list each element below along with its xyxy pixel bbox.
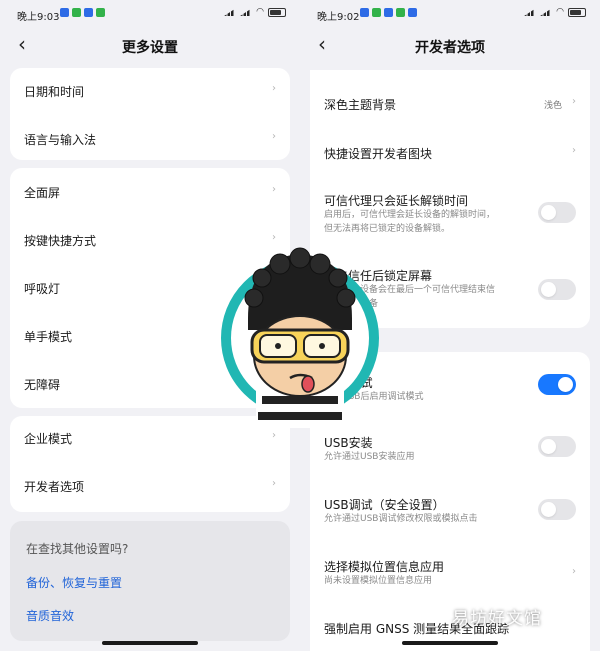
header: ‹ 开发者选项 (300, 30, 600, 60)
battery-icon (268, 7, 286, 17)
item-label: 快捷设置开发者图块 (324, 147, 433, 161)
app-notification-icon (96, 8, 105, 17)
item-label: USB调试（安全设置） (324, 498, 445, 512)
mock-location-item[interactable]: 选择模拟位置信息应用 尚未设置模拟位置信息应用 › (324, 558, 576, 588)
link-audio-effects[interactable]: 音质音效 (26, 607, 74, 624)
settings-group: 日期和时间 › 语言与输入法 › (10, 68, 290, 160)
item-label: 选择模拟位置信息应用 (324, 560, 445, 574)
page-title: 开发者选项 (415, 40, 485, 56)
wifi-icon: ◠ (256, 7, 264, 17)
settings-item-label: 呼吸灯 (24, 282, 61, 296)
home-indicator[interactable] (402, 641, 498, 645)
app-notification-icon (372, 8, 381, 17)
app-notification-icon (360, 8, 369, 17)
app-notification-icon (84, 8, 93, 17)
item-label: 深色主题背景 (324, 98, 397, 112)
status-time: 晚上9:02 (317, 12, 360, 23)
chevron-right-icon: › (572, 566, 576, 577)
item-description: 尚未设置模拟位置信息应用 (324, 576, 433, 586)
app-notification-icon (408, 8, 417, 17)
page-title: 更多设置 (122, 40, 178, 56)
signal-icon (240, 8, 253, 16)
settings-item-label: 日期和时间 (24, 85, 85, 99)
settings-item-label: 无障碍 (24, 378, 61, 392)
chevron-right-icon: › (272, 131, 276, 142)
chevron-right-icon: › (572, 96, 576, 107)
item-description: 允许通过USB安装应用 (324, 452, 415, 462)
settings-item-label: 全面屏 (24, 186, 61, 200)
chevron-right-icon: › (272, 184, 276, 195)
settings-group: 企业模式 › 开发者选项 › (10, 416, 290, 512)
watermark-text: 易坊好文馆 (452, 609, 542, 629)
status-bar: 晚上9:02 ◠ (300, 0, 600, 26)
settings-item-date-time[interactable]: 日期和时间 › (24, 83, 276, 99)
dark-theme-value: 浅色 (543, 101, 562, 111)
status-time: 晚上9:03 (17, 12, 60, 23)
item-description: 启用后，可信代理会延长设备的解锁时间， (324, 210, 496, 220)
item-label: 可信代理只会延长解锁时间 (324, 194, 469, 208)
header: ‹ 更多设置 (0, 30, 300, 60)
settings-item-label: 按键快捷方式 (24, 234, 97, 248)
notification-icons (360, 8, 417, 17)
status-bar: 晚上9:03 ◠ (0, 0, 300, 26)
settings-item-label: 开发者选项 (24, 480, 85, 494)
mascot-sticker (221, 247, 379, 428)
search-question: 在查找其他设置吗? (26, 542, 129, 556)
home-indicator[interactable] (102, 641, 198, 645)
search-suggestions: 在查找其他设置吗? 备份、恢复与重置 音质音效 (10, 521, 290, 641)
item-description: 但无法再将已锁定的设备解锁。 (324, 224, 451, 234)
item-label: USB安装 (324, 436, 373, 450)
trust-agent-toggle[interactable] (538, 202, 576, 223)
app-notification-icon (384, 8, 393, 17)
chevron-right-icon: › (272, 430, 276, 441)
notification-icons (60, 8, 105, 17)
chevron-right-icon: › (272, 83, 276, 94)
settings-item-language[interactable]: 语言与输入法 › (24, 131, 276, 147)
usb-debug-toggle[interactable] (538, 374, 576, 395)
item-description: 允许通过USB调试修改权限或模拟点击 (324, 514, 478, 524)
signal-icon (224, 8, 237, 16)
system-icons: ◠ (224, 7, 286, 17)
settings-item-label: 语言与输入法 (24, 133, 97, 147)
settings-item-label: 单手模式 (24, 330, 73, 344)
usb-secure-toggle[interactable] (538, 499, 576, 520)
chevron-right-icon: › (272, 478, 276, 489)
app-notification-icon (72, 8, 81, 17)
battery-icon (568, 7, 586, 17)
link-backup-reset[interactable]: 备份、恢复与重置 (26, 574, 122, 591)
signal-icon (524, 8, 537, 16)
wifi-icon: ◠ (556, 7, 564, 17)
app-notification-icon (60, 8, 69, 17)
system-icons: ◠ (524, 7, 586, 17)
app-notification-icon (396, 8, 405, 17)
usb-install-toggle[interactable] (538, 436, 576, 457)
settings-item-label: 企业模式 (24, 432, 73, 446)
signal-icon (540, 8, 553, 16)
lock-screen-toggle[interactable] (538, 279, 576, 300)
chevron-right-icon: › (572, 145, 576, 156)
